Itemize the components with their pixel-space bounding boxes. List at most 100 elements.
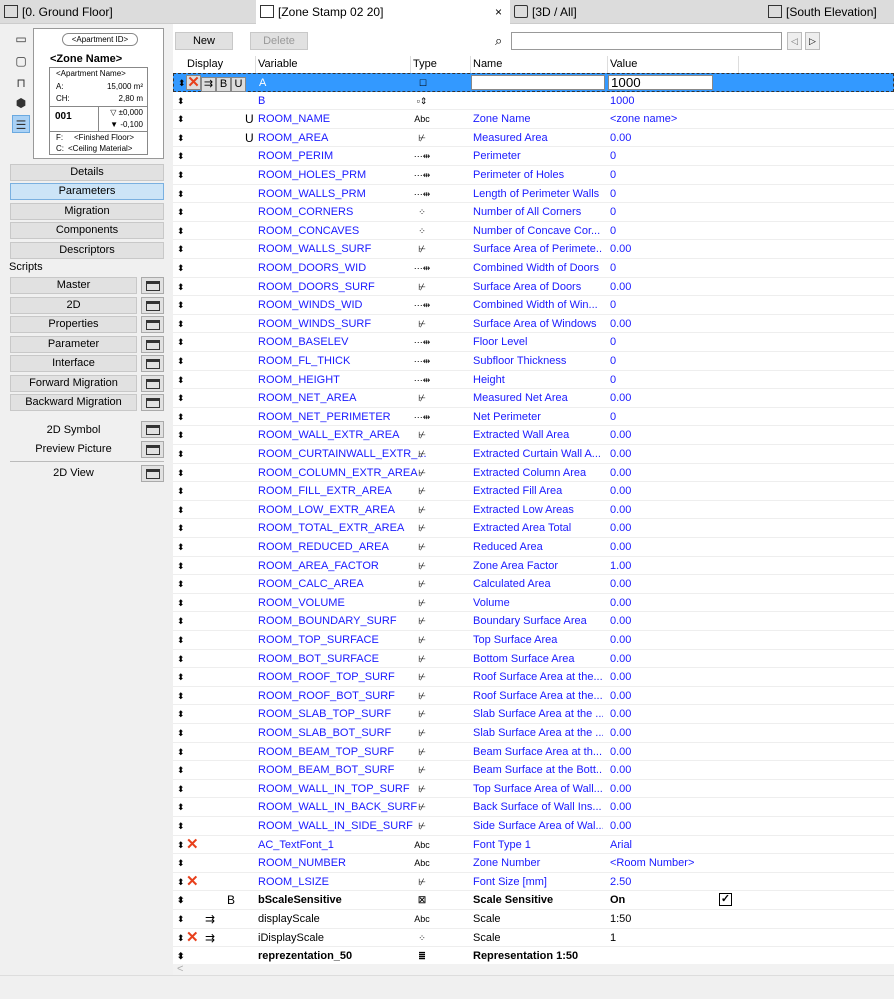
drag-handle-icon[interactable]: ⬍	[177, 594, 185, 612]
type-area-icon[interactable]: ⊬	[411, 519, 433, 537]
type-text-icon[interactable]: Abc	[411, 110, 433, 128]
param-name[interactable]: Number of Concave Cor...	[473, 222, 603, 240]
type-length-v-icon[interactable]: ▫⇕	[411, 92, 433, 110]
param-value[interactable]: 0	[610, 352, 616, 370]
type-area-icon[interactable]: ⊬	[411, 687, 433, 705]
drag-handle-icon[interactable]: ⬍	[177, 668, 185, 686]
variable-name[interactable]: ROOM_AREA_FACTOR	[258, 557, 379, 575]
parameter-row[interactable]: ⬍ ROOM_NET_AREA ⊬ Measured Net Area 0.00	[173, 389, 894, 408]
param-name[interactable]: Surface Area of Perimete...	[473, 240, 603, 258]
migration-button[interactable]: Migration	[10, 203, 164, 220]
param-value[interactable]: 1:50	[610, 910, 631, 928]
param-value[interactable]: 0	[610, 203, 616, 221]
param-name[interactable]: Zone Name	[473, 110, 603, 128]
tab-3d-all[interactable]: [3D / All]	[510, 0, 764, 24]
param-value[interactable]: 0.00	[610, 426, 631, 444]
drag-handle-icon[interactable]: ⬍	[177, 873, 185, 891]
param-value[interactable]: 0	[610, 296, 616, 314]
open-script-window-button[interactable]	[141, 316, 164, 333]
type-area-icon[interactable]: ⊬	[411, 873, 433, 891]
parameter-row[interactable]: ⬍ B ▫⇕ 1000	[173, 92, 894, 111]
variable-name[interactable]: ROOM_NET_AREA	[258, 389, 356, 407]
components-button[interactable]: Components	[10, 222, 164, 239]
param-name[interactable]: Length of Perimeter Walls	[473, 185, 603, 203]
drag-handle-icon[interactable]: ⬍	[177, 371, 185, 389]
drag-handle-icon[interactable]: ⬍	[177, 296, 185, 314]
parameter-row[interactable]: ⬍ ROOM_FL_THICK ⋯⇹ Subfloor Thickness 0	[173, 352, 894, 371]
parameter-row[interactable]: ⬍ ROOM_NUMBER Abc Zone Number <Room Numbe…	[173, 854, 894, 873]
parameter-row[interactable]: ⬍ ROOM_ROOF_BOT_SURF ⊬ Roof Surface Area…	[173, 687, 894, 706]
type-area-icon[interactable]: ⊬	[411, 389, 433, 407]
type-boolean-icon[interactable]: ☒	[411, 891, 433, 909]
drag-handle-icon[interactable]: ⬍	[177, 650, 185, 668]
drag-handle-icon[interactable]: ⬍	[177, 426, 185, 444]
drag-handle-icon[interactable]: ⬍	[177, 278, 185, 296]
drag-handle-icon[interactable]: ⬍	[178, 74, 186, 92]
param-value[interactable]: On	[610, 891, 625, 909]
variable-name[interactable]: ROOM_WALL_IN_SIDE_SURF	[258, 817, 413, 835]
type-length-icon[interactable]: ⋯⇹	[411, 352, 433, 370]
variable-name[interactable]: ROOM_FL_THICK	[258, 352, 350, 370]
drag-handle-icon[interactable]: ⬍	[177, 129, 185, 147]
param-value[interactable]: <zone name>	[610, 110, 677, 128]
variable-name[interactable]: ROOM_BEAM_TOP_SURF	[258, 743, 394, 761]
hidden-icon[interactable]: ✕	[186, 929, 199, 947]
param-value[interactable]: 0.00	[610, 575, 631, 593]
param-name[interactable]: Reduced Area	[473, 538, 603, 556]
variable-name[interactable]: ROOM_CALC_AREA	[258, 575, 364, 593]
variable-name[interactable]: ROOM_PERIM	[258, 147, 333, 165]
type-area-icon[interactable]: ⊬	[411, 650, 433, 668]
parameter-row[interactable]: ⬍ ✕ ROOM_LSIZE ⊬ Font Size [mm] 2.50	[173, 873, 894, 892]
variable-name[interactable]: B	[258, 92, 265, 110]
param-value[interactable]: 0.00	[610, 817, 631, 835]
drag-handle-icon[interactable]: ⬍	[177, 482, 185, 500]
param-value[interactable]: 0.00	[610, 538, 631, 556]
variable-name[interactable]: ROOM_COLUMN_EXTR_AREA	[258, 464, 418, 482]
drag-handle-icon[interactable]: ⬍	[177, 910, 185, 928]
value-input[interactable]	[608, 75, 713, 90]
variable-name[interactable]: ROOM_DOORS_SURF	[258, 278, 375, 296]
variable-name[interactable]: ROOM_WINDS_WID	[258, 296, 363, 314]
variable-name[interactable]: ROOM_WALLS_SURF	[258, 240, 371, 258]
param-value[interactable]: 0.00	[610, 687, 631, 705]
close-tab-icon[interactable]: ×	[495, 0, 502, 24]
parameter-row[interactable]: ⬍ ROOM_DOORS_SURF ⊬ Surface Area of Door…	[173, 278, 894, 297]
param-value[interactable]: 0.00	[610, 240, 631, 258]
param-name[interactable]: Combined Width of Win...	[473, 296, 603, 314]
preview-2d-icon[interactable]: ▭	[12, 30, 30, 48]
param-value[interactable]: 0	[610, 147, 616, 165]
search-input[interactable]	[511, 32, 782, 50]
script-button[interactable]: Interface	[10, 355, 137, 372]
parameter-row[interactable]: ⬍ ROOM_FILL_EXTR_AREA ⊬ Extracted Fill A…	[173, 482, 894, 501]
param-value[interactable]: 0.00	[610, 668, 631, 686]
drag-handle-icon[interactable]: ⬍	[177, 743, 185, 761]
param-value[interactable]: 0.00	[610, 129, 631, 147]
variable-name[interactable]: ROOM_AREA	[258, 129, 328, 147]
param-name[interactable]: Side Surface Area of Wal...	[473, 817, 603, 835]
type-length-icon[interactable]: ⋯⇹	[411, 371, 433, 389]
parameter-row[interactable]: ⬍ ROOM_CALC_AREA ⊬ Calculated Area 0.00	[173, 575, 894, 594]
param-name[interactable]: Roof Surface Area at the...	[473, 668, 603, 686]
param-name[interactable]: Zone Number	[473, 854, 603, 872]
param-name[interactable]: Number of All Corners	[473, 203, 603, 221]
param-name[interactable]: Subfloor Thickness	[473, 352, 603, 370]
param-name[interactable]: Top Surface Area	[473, 631, 603, 649]
variable-name[interactable]: ROOM_TOTAL_EXTR_AREA	[258, 519, 404, 537]
parameter-row[interactable]: ⬍ ROOM_AREA_FACTOR ⊬ Zone Area Factor 1.0…	[173, 557, 894, 576]
open-script-window-button[interactable]	[141, 374, 164, 392]
param-value[interactable]: 0.00	[610, 482, 631, 500]
param-name[interactable]: Extracted Low Areas	[473, 501, 603, 519]
2d-symbol-label[interactable]: 2D Symbol	[10, 424, 137, 436]
param-value[interactable]: 0.00	[610, 761, 631, 779]
param-value[interactable]: 1000	[610, 92, 634, 110]
param-name[interactable]: Zone Area Factor	[473, 557, 603, 575]
parameter-row[interactable]: ⬍ ROOM_COLUMN_EXTR_AREA ⊬ Extracted Colu…	[173, 464, 894, 483]
param-name[interactable]: Net Perimeter	[473, 408, 603, 426]
script-button[interactable]: Parameter	[10, 335, 137, 353]
parameter-row[interactable]: ⬍ ROOM_TOTAL_EXTR_AREA ⊬ Extracted Area …	[173, 519, 894, 538]
parameter-row[interactable]: ⬍ ROOM_HEIGHT ⋯⇹ Height 0	[173, 371, 894, 390]
drag-handle-icon[interactable]: ⬍	[177, 259, 185, 277]
drag-handle-icon[interactable]: ⬍	[177, 333, 185, 351]
param-value[interactable]: 0	[610, 371, 616, 389]
parameter-row[interactable]: ⬍ ROOM_BASELEV ⋯⇹ Floor Level 0	[173, 333, 894, 352]
